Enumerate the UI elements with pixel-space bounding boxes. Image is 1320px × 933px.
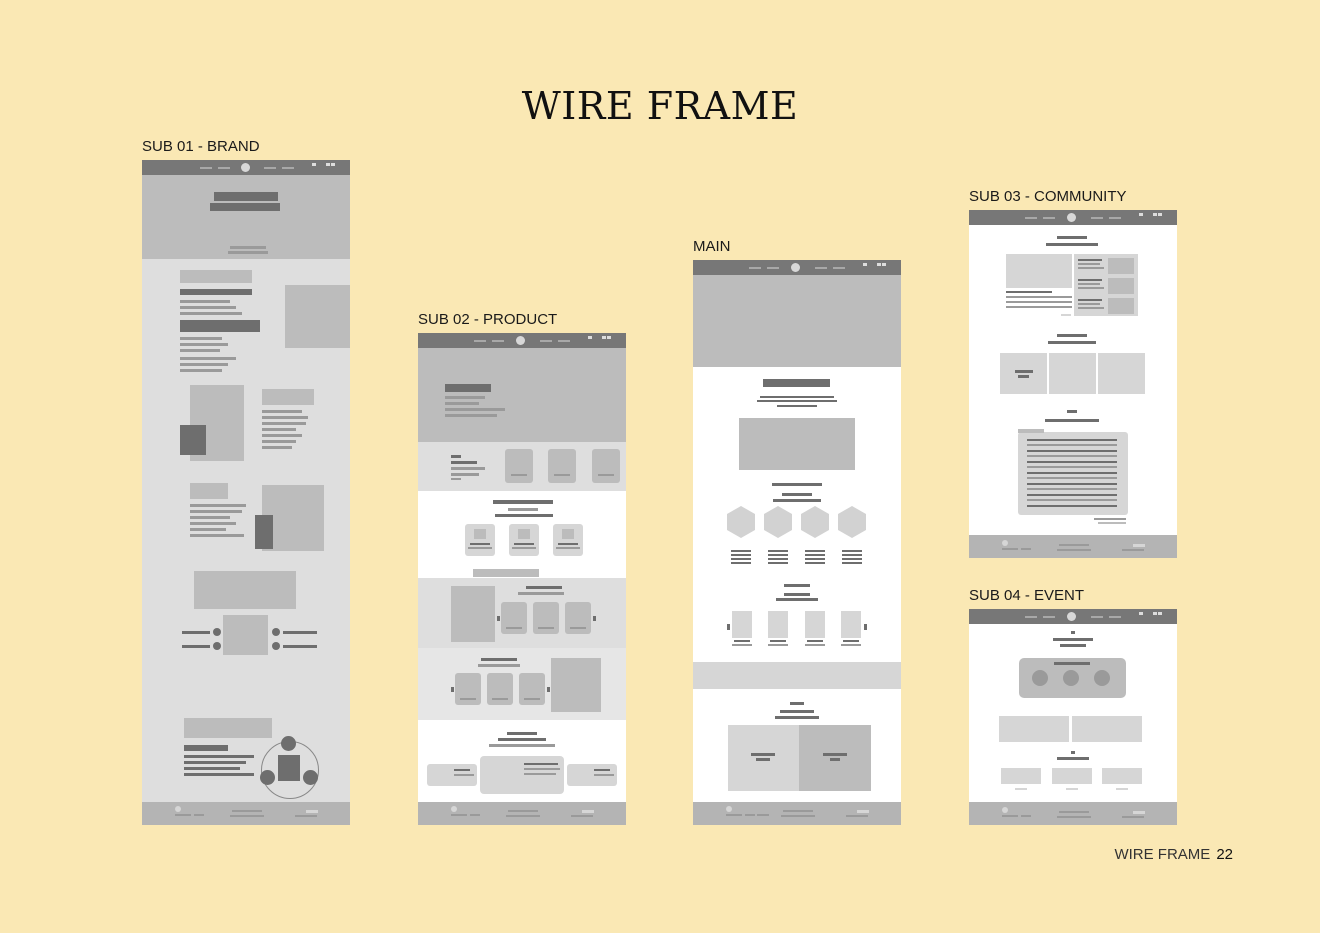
footer-bar — [418, 802, 626, 825]
nav-bar — [418, 333, 626, 348]
hero-block — [418, 348, 626, 442]
wireframe-product — [418, 333, 626, 825]
footer-bar — [969, 535, 1177, 558]
frame-label-brand: SUB 01 - BRAND — [142, 138, 260, 155]
nav-bar — [142, 160, 350, 175]
page-title: WIRE FRAME — [521, 84, 799, 128]
nav-bar — [969, 609, 1177, 624]
page-number: 22 — [1216, 846, 1233, 863]
wireframe-main — [693, 260, 901, 825]
wireframe-event — [969, 609, 1177, 825]
footer-bar — [969, 802, 1177, 825]
footer-bar — [693, 802, 901, 825]
nav-bar — [969, 210, 1177, 225]
footer-section: WIRE FRAME — [1114, 846, 1211, 863]
frame-label-main: MAIN — [693, 238, 731, 255]
frame-label-event: SUB 04 - EVENT — [969, 587, 1085, 604]
hero-block — [693, 275, 901, 367]
frame-label-community: SUB 03 - COMMUNITY — [969, 188, 1127, 205]
page-footer: WIRE FRAME 22 — [1114, 846, 1233, 863]
wireframe-brand — [142, 160, 350, 825]
frame-label-product: SUB 02 - PRODUCT — [418, 311, 558, 328]
nav-bar — [693, 260, 901, 275]
wireframe-community — [969, 210, 1177, 558]
footer-bar — [142, 802, 350, 825]
